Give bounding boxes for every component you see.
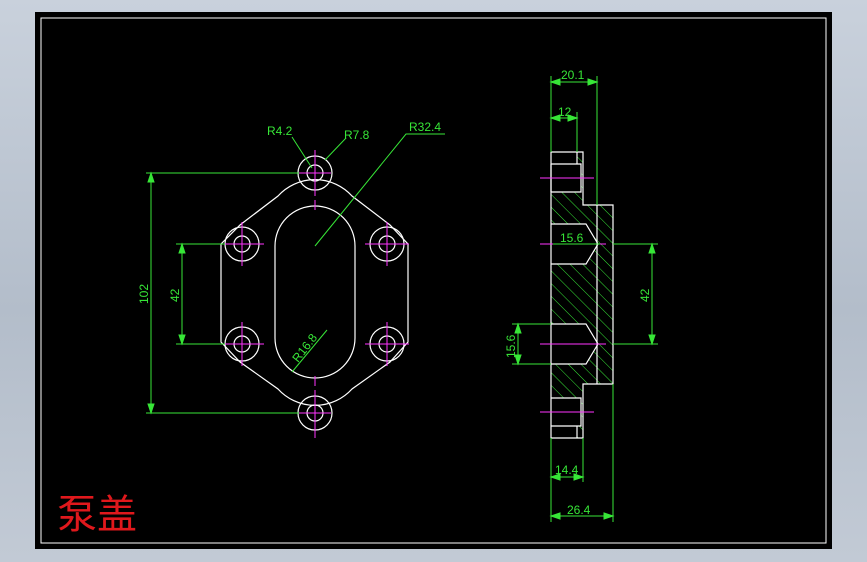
- dim-r-hole: R4.2: [267, 124, 293, 138]
- dim-width-mid: 12: [558, 105, 572, 119]
- dim-bore-upper: 15.6: [560, 231, 584, 245]
- dim-boss-width: 14.4: [555, 463, 579, 477]
- dim-hole-pitch-side: 42: [638, 288, 652, 302]
- cad-drawing-canvas: R4.2 R7.8 R32.4 R16.8 102 42 20.1 12 15.…: [35, 12, 832, 549]
- drawing-title: 泵盖: [57, 492, 137, 538]
- dim-bore-lower: 15.6: [504, 334, 518, 358]
- dim-r-outer: R32.4: [409, 120, 441, 134]
- dim-r-boss: R7.8: [344, 128, 370, 142]
- dim-overall-width: 26.4: [567, 503, 591, 517]
- dim-height-overall: 102: [137, 284, 151, 304]
- dim-hole-pitch-front: 42: [168, 288, 182, 302]
- drawing-sheet: [35, 12, 832, 549]
- dim-width-top: 20.1: [561, 68, 585, 82]
